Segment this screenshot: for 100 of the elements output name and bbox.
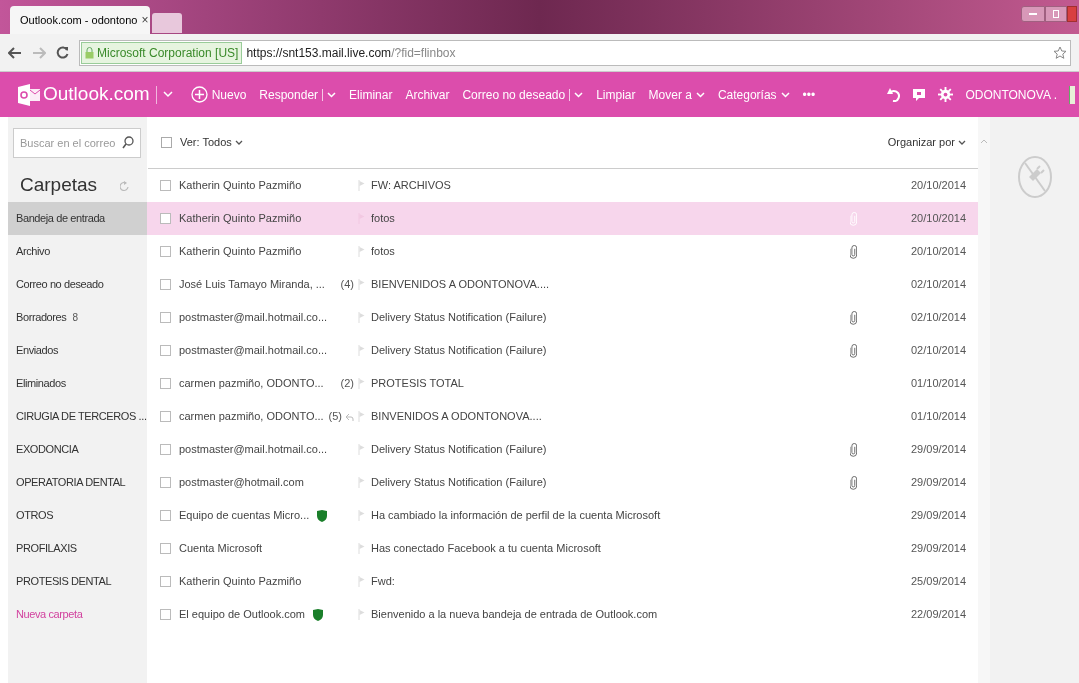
sender-name: Equipo de cuentas Micro... (179, 508, 310, 524)
plus-circle-icon[interactable] (190, 86, 208, 103)
address-bar[interactable]: Microsoft Corporation [US] https://snt153.mail.live.com/?fid=flinbox (79, 39, 1071, 66)
message-date: 22/09/2014 (911, 607, 966, 623)
message-checkbox[interactable] (160, 510, 171, 521)
message-checkbox[interactable] (160, 543, 171, 554)
brand-name[interactable]: Outlook.com (43, 80, 150, 109)
message-checkbox[interactable] (160, 609, 171, 620)
folder-item[interactable]: Borradores 8 (8, 301, 147, 334)
message-checkbox[interactable] (160, 213, 171, 224)
folder-item[interactable]: PROFILAXIS (8, 532, 147, 565)
forward-icon[interactable] (32, 46, 46, 59)
refresh-icon[interactable] (120, 179, 129, 192)
flag-icon[interactable] (358, 477, 365, 488)
message-checkbox[interactable] (160, 279, 171, 290)
message-checkbox[interactable] (160, 477, 171, 488)
chevron-down-icon[interactable] (234, 139, 243, 146)
sender-name: Katherin Quinto Pazmiño (179, 211, 302, 227)
select-all-checkbox[interactable] (161, 137, 172, 148)
flag-icon[interactable] (358, 345, 365, 356)
message-date: 02/10/2014 (911, 343, 966, 359)
flag-icon[interactable] (358, 378, 365, 389)
folder-item[interactable]: OPERATORIA DENTAL (8, 466, 147, 499)
message-checkbox[interactable] (160, 246, 171, 257)
folder-item[interactable]: Correo no deseado (8, 268, 147, 301)
message-checkbox[interactable] (160, 378, 171, 389)
browser-tab[interactable]: Outlook.com - odontono × (10, 6, 150, 34)
outlook-logo-icon (18, 83, 40, 106)
maximize-icon[interactable] (1045, 6, 1067, 22)
thread-count: (2) (340, 376, 354, 392)
message-checkbox[interactable] (160, 312, 171, 323)
message-subject: BIENVENIDOS A ODONTONOVA.... (371, 277, 550, 293)
message-subject: fotos (371, 244, 395, 260)
message-checkbox[interactable] (160, 180, 171, 191)
undo-icon[interactable] (887, 87, 901, 102)
message-checkbox[interactable] (160, 576, 171, 587)
message-checkbox[interactable] (160, 444, 171, 455)
flag-icon[interactable] (358, 180, 365, 191)
minimize-icon[interactable] (1021, 6, 1045, 22)
folder-item[interactable]: Eliminados (8, 367, 147, 400)
toolbar-button[interactable]: Correo no deseado (462, 85, 566, 104)
star-icon[interactable] (1053, 45, 1067, 60)
toolbar-button[interactable]: Eliminar (349, 85, 393, 104)
tab-title: Outlook.com - odontono (20, 12, 138, 28)
flag-icon[interactable] (358, 411, 365, 422)
message-date: 02/10/2014 (911, 310, 966, 326)
folder-item[interactable]: OTROS (8, 499, 147, 532)
message-date: 01/10/2014 (911, 409, 966, 425)
folder-item[interactable]: Enviados (8, 334, 147, 367)
sender-name: José Luis Tamayo Miranda, ... (179, 277, 325, 293)
flag-icon[interactable] (358, 444, 365, 455)
toolbar-button[interactable]: Mover a (648, 85, 692, 104)
avatar[interactable] (1069, 85, 1075, 104)
folder-item[interactable]: PROTESIS DENTAL (8, 565, 147, 598)
toolbar-button[interactable]: ••• (802, 85, 816, 104)
message-date: 29/09/2014 (911, 475, 966, 491)
sender-name: carmen pazmiño, ODONTO... (179, 376, 324, 392)
lock-icon (85, 46, 94, 59)
folder-item[interactable]: CIRUGIA DE TERCEROS ... (8, 400, 147, 433)
flag-icon[interactable] (358, 312, 365, 323)
message-row[interactable]: Katherin Quinto Pazmiño fotos 20/10/2014 (147, 202, 978, 235)
message-checkbox[interactable] (160, 345, 171, 356)
account-name[interactable]: ODONTONOVA . (965, 85, 1057, 104)
folder-item[interactable]: Nueva carpeta (8, 598, 147, 631)
scroll-up-icon[interactable] (980, 139, 988, 144)
toolbar-button[interactable]: Categorías (717, 85, 777, 104)
folder-item[interactable]: Bandeja de entrada (8, 202, 147, 235)
flag-icon[interactable] (358, 279, 365, 290)
message-date: 20/10/2014 (911, 244, 966, 260)
flag-icon[interactable] (358, 246, 365, 257)
toolbar-button[interactable]: Nuevo (211, 85, 247, 104)
toolbar-button[interactable]: Archivar (405, 85, 450, 104)
message-date: 20/10/2014 (911, 211, 966, 227)
close-tab-button[interactable]: × (141, 11, 149, 29)
toolbar-button[interactable]: Limpiar (596, 85, 636, 104)
reload-icon[interactable] (56, 46, 69, 59)
back-icon[interactable] (8, 46, 22, 59)
chevron-down-icon[interactable] (958, 139, 966, 146)
chat-icon[interactable] (912, 87, 927, 102)
search-field[interactable]: Buscar en el correo (13, 128, 141, 158)
folder-item[interactable]: EXODONCIA (8, 433, 147, 466)
toolbar-button[interactable]: Responder (259, 85, 319, 104)
sender-name: Cuenta Microsoft (179, 541, 263, 557)
filter-dropdown[interactable]: Ver: Todos (180, 134, 232, 151)
flag-icon[interactable] (358, 510, 365, 521)
message-checkbox[interactable] (160, 411, 171, 422)
search-icon[interactable] (122, 136, 134, 149)
close-window-button[interactable] (1067, 6, 1077, 22)
sort-dropdown[interactable]: Organizar por (887, 134, 955, 151)
flag-icon[interactable] (358, 543, 365, 554)
new-tab-button[interactable] (152, 13, 182, 33)
settings-icon[interactable] (938, 87, 954, 102)
flag-icon[interactable] (358, 609, 365, 620)
sender-name: postmaster@mail.hotmail.co... (179, 310, 328, 326)
message-date: 01/10/2014 (911, 376, 966, 392)
sender-name: El equipo de Outlook.com (179, 607, 305, 623)
message-subject: Ha cambiado la información de perfil de la cuenta Microsoft (371, 508, 661, 524)
message-subject: Delivery Status Notification (Failure) (371, 310, 547, 326)
flag-icon[interactable] (358, 576, 365, 587)
folder-item[interactable]: Archivo (8, 235, 147, 268)
